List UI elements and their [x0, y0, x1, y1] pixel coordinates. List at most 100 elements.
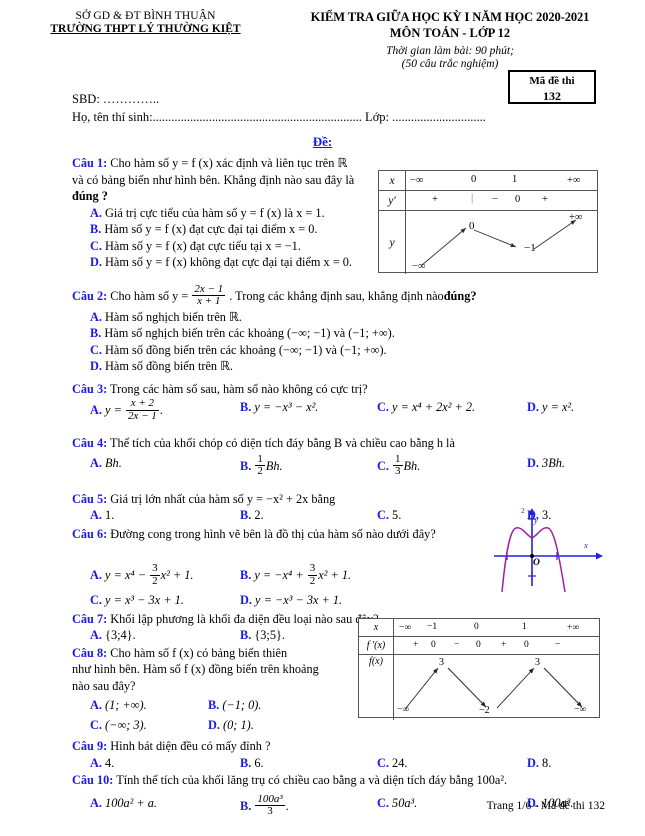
x-value-3: +∞	[567, 175, 581, 186]
question-1-option-c[interactable]: C. Hàm số y = f (x) đạt cực tiểu tại x =…	[90, 238, 380, 255]
fraction-denominator: x + 1	[197, 295, 221, 308]
option-letter: D.	[527, 455, 539, 470]
question-8-text-line1: Cho hàm số f (x) có bảng biến thiên	[110, 645, 288, 660]
question-1-option-b[interactable]: B. Hàm số y = f (x) đạt cực đại tại điểm…	[90, 221, 380, 238]
graph-x-axis-label: x	[584, 540, 588, 550]
question-1-option-d[interactable]: D. Hàm số y = f (x) không đạt cực đại tạ…	[90, 254, 380, 271]
option-text: 5.	[392, 508, 402, 523]
question-9-label: Câu 9:	[72, 739, 108, 754]
question-2-option-c[interactable]: C. Hàm số đồng biến trên các khoảng (−∞;…	[90, 342, 605, 359]
question-8-option-c[interactable]: C. (−∞; 3).	[90, 717, 208, 734]
option-letter: B.	[208, 698, 220, 713]
question-6-option-c[interactable]: C. y = x³ − 3x + 1.	[90, 592, 240, 609]
department-name: SỞ GD & ĐT BÌNH THUẬN	[75, 10, 216, 22]
question-5-text: Giá trị lớn nhất của hàm số y = −x² + 2x…	[110, 491, 336, 506]
question-9-option-c[interactable]: C. 24.	[377, 755, 527, 772]
question-3-option-d[interactable]: D. y = x².	[527, 399, 574, 423]
variation-arrows-q8	[405, 667, 583, 709]
question-3-option-b[interactable]: B. y = −x³ − x².	[240, 399, 377, 423]
x8-value-2: 0	[474, 622, 479, 632]
question-2-option-d[interactable]: D. Hàm số đồng biến trên ℝ.	[90, 358, 605, 375]
variation-row-y-label: y	[379, 211, 406, 274]
question-3-text: Trong các hàm số sau, hàm số nào không c…	[110, 381, 368, 396]
question-6-option-b[interactable]: B. y = −x⁴ + 3 2 x² + 1.	[240, 563, 352, 588]
option-text: y = −x⁴ +	[254, 568, 304, 583]
option-letter: C.	[377, 400, 389, 415]
question-7-option-a[interactable]: A. {3;4}.	[90, 627, 240, 644]
question-3-option-a[interactable]: A. y = x + 2 2x − 1 .	[90, 398, 240, 423]
question-8-variation-table: x −∞ −1 0 1 +∞ f '(x) + 0 − 0 + 0 − f(x)	[358, 618, 600, 720]
option-letter: B.	[240, 568, 252, 583]
option-letter: D.	[208, 717, 220, 732]
question-9-option-b[interactable]: B. 6.	[240, 755, 377, 772]
option-letter: A.	[90, 698, 102, 713]
question-7-option-b[interactable]: B. {3;5}.	[240, 627, 377, 644]
question-5-option-b[interactable]: B. 2.	[240, 507, 377, 524]
question-2-option-b[interactable]: B. Hàm số nghịch biến trên các khoảng (−…	[90, 325, 605, 342]
option-text: Hàm số đồng biến trên ℝ.	[105, 359, 233, 374]
question-4-options: A. Bh. B. 1 2 Bh. C. 1 3 Bh. D. 3Bh.	[72, 453, 605, 479]
question-7-text: Khối lập phương là khối đa diện đều loại…	[110, 611, 379, 626]
option-letter: B.	[240, 458, 252, 473]
question-2-label: Câu 2:	[72, 288, 108, 303]
question-6-label: Câu 6:	[72, 526, 108, 541]
option-text: 24.	[392, 755, 408, 770]
variation8-row-fprime: f '(x) + 0 − 0 + 0 −	[359, 637, 599, 655]
question-1-option-a[interactable]: A. Giá trị cực tiểu của hàm số y = f (x)…	[90, 205, 380, 222]
option-text: y = x⁴ + 2x² + 2.	[392, 400, 476, 415]
question-2-option-a[interactable]: A. Hàm số nghịch biến trên ℝ.	[90, 309, 605, 326]
f-value-3: 3	[535, 657, 540, 668]
option-letter: D.	[90, 359, 102, 374]
option-letter: C.	[377, 458, 389, 473]
question-4-option-d[interactable]: D. 3Bh.	[527, 455, 565, 479]
page-header: SỞ GD & ĐT BÌNH THUẬN TRƯỜNG THPT LÝ THƯ…	[0, 0, 645, 70]
question-8-text-line3: nào sau đây?	[72, 678, 136, 693]
option-text: Hàm số y = f (x) đạt cực tiểu tại x = −1…	[105, 238, 301, 253]
exam-title-line1: KIỂM TRA GIỮA HỌC KỲ I NĂM HỌC 2020-2021	[310, 10, 590, 24]
fp-sign-5: 0	[524, 640, 529, 650]
option-text: 1.	[105, 508, 115, 523]
variation-row-x-label: x	[379, 171, 406, 190]
question-4-label: Câu 4:	[72, 436, 108, 451]
question-5-option-a[interactable]: A. 1.	[90, 507, 240, 524]
exam-title-line2: MÔN TOÁN - LỚP 12	[389, 26, 511, 40]
option-text: (0; 1).	[223, 717, 254, 732]
question-8-option-d[interactable]: D. (0; 1).	[208, 717, 254, 734]
option-letter: B.	[240, 508, 252, 523]
exam-title-block: KIỂM TRA GIỮA HỌC KỲ I NĂM HỌC 2020-2021…	[273, 8, 627, 70]
variation8-row-f-label: f(x)	[359, 655, 394, 720]
question-4-option-a[interactable]: A. Bh.	[90, 455, 240, 479]
option-text: {3;5}.	[254, 628, 285, 643]
question-8-option-a[interactable]: A. (1; +∞).	[90, 697, 208, 714]
option-letter: B.	[90, 326, 102, 341]
question-3-option-c[interactable]: C. y = x⁴ + 2x² + 2.	[377, 399, 527, 423]
option-letter: A.	[90, 628, 102, 643]
option-text: y = x².	[542, 400, 575, 415]
option-letter: C.	[90, 593, 102, 608]
option-text: (−1; 0).	[222, 698, 262, 713]
question-4-option-b[interactable]: B. 1 2 Bh.	[240, 453, 377, 479]
question-8-option-b[interactable]: B. (−1; 0).	[208, 697, 261, 714]
option-text: Hàm số đồng biến trên các khoảng (−∞; −1…	[105, 342, 387, 357]
question-9-options: A. 4. B. 6. C. 24. D. 8.	[72, 755, 605, 772]
question-1-variation-table: x −∞ 0 1 +∞ y' + | − 0 + y −∞ 0 −1 +∞	[378, 170, 598, 274]
exam-page: SỞ GD & ĐT BÌNH THUẬN TRƯỜNG THPT LÝ THƯ…	[0, 0, 645, 836]
question-6-option-d[interactable]: D. y = −x³ − 3x + 1.	[240, 592, 342, 609]
question-9-option-d[interactable]: D. 8.	[527, 755, 551, 772]
yp-sign-2: −	[492, 194, 498, 205]
y-value-0: −∞	[412, 261, 426, 272]
question-7-label: Câu 7:	[72, 611, 108, 626]
exam-code-label: Mã đề thi	[529, 75, 575, 87]
x8-value-1: −1	[427, 622, 438, 632]
question-6-option-a[interactable]: A. y = x⁴ − 3 2 x² + 1.	[90, 563, 240, 588]
exam-code-box: Mã đề thi 132	[508, 70, 596, 104]
question-4-option-c[interactable]: C. 1 3 Bh.	[377, 453, 527, 479]
question-9-option-a[interactable]: A. 4.	[90, 755, 240, 772]
y-value-1: 0	[469, 220, 475, 232]
option-letter: D.	[240, 593, 252, 608]
option-text-post: x² + 1.	[318, 568, 352, 583]
exam-duration: Thời gian làm bài: 90 phút;	[386, 45, 514, 57]
yp-sign-1: |	[471, 193, 474, 204]
option-letter: B.	[240, 400, 252, 415]
question-9-text: Hình bát diện đều có mấy đỉnh ?	[110, 739, 271, 754]
